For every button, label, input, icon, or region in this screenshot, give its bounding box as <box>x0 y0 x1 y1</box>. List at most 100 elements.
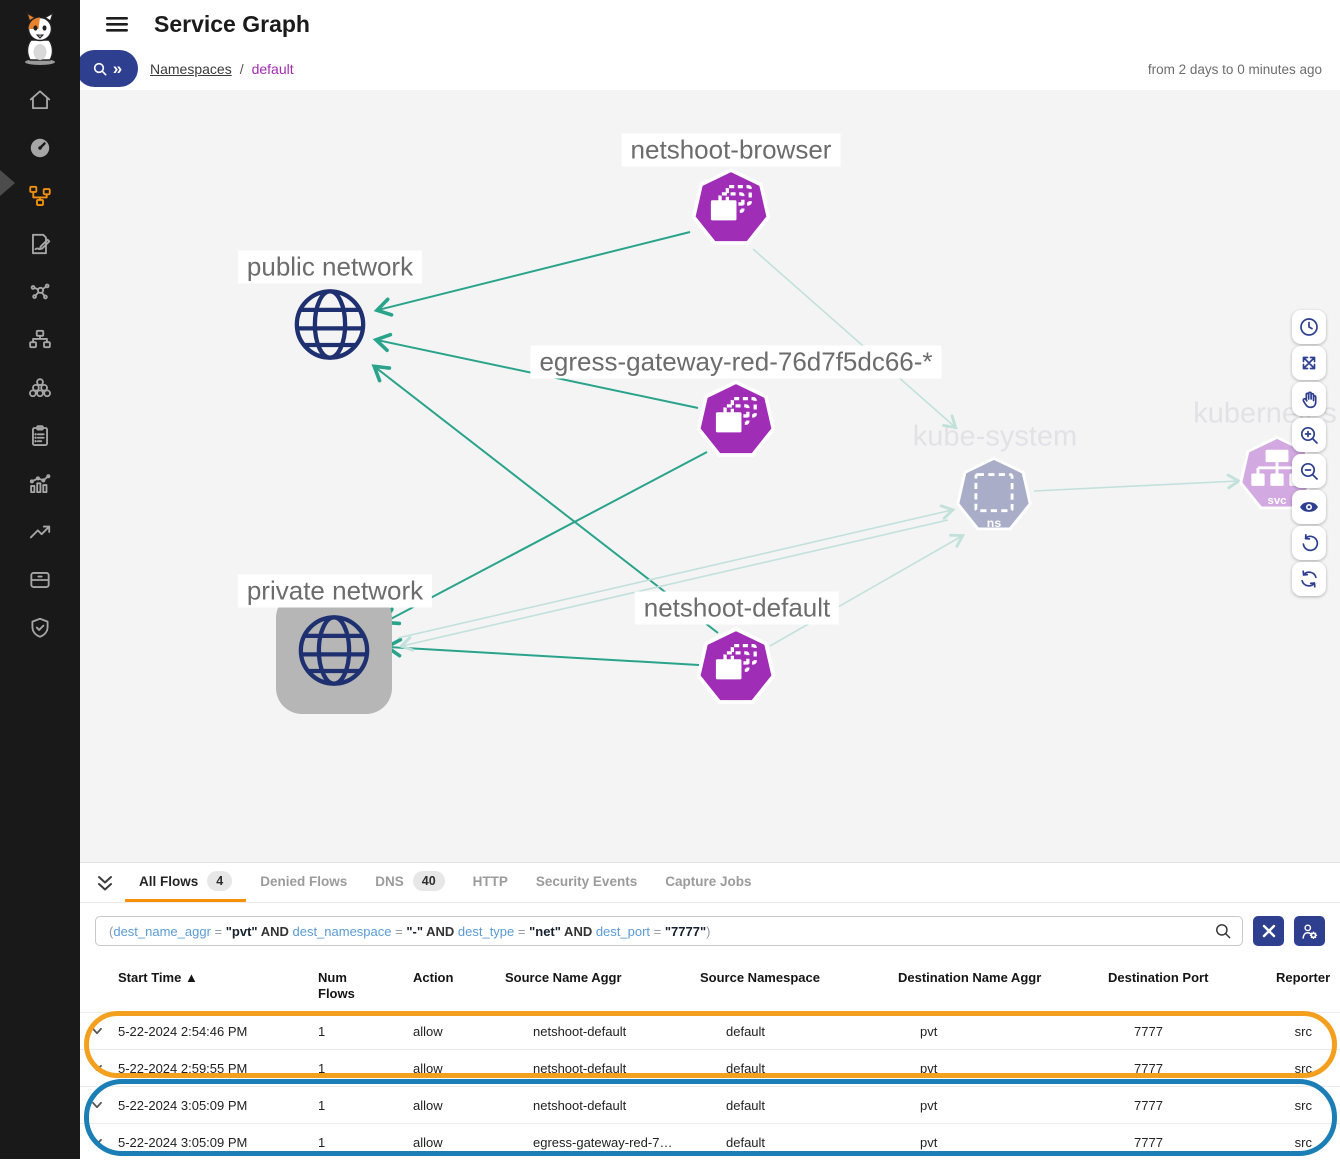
globe-icon <box>295 612 373 690</box>
collapse-panel-icon[interactable] <box>95 873 115 893</box>
column-header-num-flows[interactable]: Num Flows <box>318 970 413 1012</box>
graph-node-label-public-network: public network <box>238 251 422 284</box>
tab-http[interactable]: HTTP <box>459 863 522 902</box>
cell-reporter: src <box>1295 1061 1340 1076</box>
svg-text:ns: ns <box>987 516 1002 530</box>
cell-num_flows: 1 <box>318 1024 413 1039</box>
sidebar-item-threat-defense[interactable] <box>0 604 80 652</box>
tab-dns[interactable]: DNS40 <box>361 863 458 902</box>
compliance-icon <box>27 423 53 449</box>
graph-toolbar-expand-button[interactable] <box>1292 346 1326 380</box>
active-nav-marker <box>0 170 15 196</box>
sidebar-item-home[interactable] <box>0 76 80 124</box>
graph-node-private-network[interactable] <box>295 612 373 695</box>
flow-table-row[interactable]: 5-22-2024 2:54:46 PM1allownetshoot-defau… <box>80 1012 1340 1049</box>
column-header-reporter[interactable]: Reporter <box>1276 970 1340 1012</box>
graph-node-kube-system[interactable]: ns <box>954 456 1034 541</box>
sidebar-item-network-topology[interactable] <box>0 316 80 364</box>
cell-source_name_aggr: netshoot-default <box>505 1024 700 1039</box>
breadcrumb-namespaces-link[interactable]: Namespaces <box>150 61 232 77</box>
tab-label: All Flows <box>139 874 198 889</box>
cell-start_time: 5-22-2024 3:05:09 PM <box>118 1135 318 1150</box>
cell-dest_name_aggr: pvt <box>898 1098 1108 1113</box>
refresh-icon <box>1298 568 1320 590</box>
replicaset-icon <box>694 626 778 710</box>
close-icon <box>1262 924 1276 938</box>
cell-start_time: 5-22-2024 2:54:46 PM <box>118 1024 318 1039</box>
row-expand-chevron-icon[interactable] <box>88 1059 118 1077</box>
cell-start_time: 5-22-2024 2:59:55 PM <box>118 1061 318 1076</box>
search-expand-pill[interactable]: » <box>76 50 138 87</box>
hamburger-menu-icon[interactable] <box>105 14 129 34</box>
graph-toolbar-clock-button[interactable] <box>1292 310 1326 344</box>
cell-dest_port: 7777 <box>1108 1061 1276 1076</box>
breadcrumb: Namespaces / default <box>150 61 294 77</box>
endpoints-icon <box>27 279 53 305</box>
filter-query-input[interactable]: (dest_name_aggr = "pvt" AND dest_namespa… <box>95 916 1243 946</box>
replicaset-icon <box>689 167 773 251</box>
tab-capture-jobs[interactable]: Capture Jobs <box>651 863 765 902</box>
graph-node-netshoot-browser[interactable] <box>689 167 773 256</box>
page-title: Service Graph <box>154 11 310 38</box>
column-header-destination-name-aggr[interactable]: Destination Name Aggr <box>898 970 1108 1012</box>
undo-icon <box>1298 532 1320 554</box>
row-expand-chevron-icon[interactable] <box>88 1096 118 1114</box>
cell-dest_port: 7777 <box>1108 1135 1276 1150</box>
graph-node-netshoot-default[interactable] <box>694 626 778 715</box>
flows-panel: All Flows4 Denied Flows DNS40HTTPSecurity … <box>80 862 1340 1159</box>
cell-source_namespace: default <box>700 1135 898 1150</box>
flow-table-row[interactable]: 5-22-2024 3:05:09 PM1allowegress-gateway… <box>80 1123 1340 1160</box>
filter-search-icon[interactable] <box>1214 922 1232 940</box>
globe-icon <box>291 286 369 364</box>
graph-subbar: » Namespaces / default from 2 days to 0 … <box>80 48 1340 90</box>
column-header-start-time[interactable]: Start Time ▲ <box>118 970 318 1012</box>
sidebar-item-endpoints[interactable] <box>0 268 80 316</box>
clear-filter-button[interactable] <box>1253 916 1284 946</box>
sidebar-item-compliance[interactable] <box>0 412 80 460</box>
graph-node-public-network[interactable] <box>291 286 369 369</box>
tab-all-flows[interactable]: All Flows4 <box>125 863 246 902</box>
cell-dest_name_aggr: pvt <box>898 1024 1108 1039</box>
zoom-out-icon <box>1298 460 1320 482</box>
sidebar-item-trends[interactable] <box>0 508 80 556</box>
sidebar-item-policies[interactable] <box>0 220 80 268</box>
graph-toolbar-zoom-in-button[interactable] <box>1292 418 1326 452</box>
storage-icon <box>27 567 53 593</box>
cell-num_flows: 1 <box>318 1098 413 1113</box>
tab-denied-flows[interactable]: Denied Flows <box>246 863 361 902</box>
column-header-destination-port[interactable]: Destination Port <box>1108 970 1276 1012</box>
column-header-action[interactable]: Action <box>413 970 505 1012</box>
graph-toolbar-refresh-button[interactable] <box>1292 562 1326 596</box>
graph-toolbar <box>1292 310 1326 596</box>
tab-label: DNS <box>375 874 404 889</box>
sidebar-item-storage[interactable] <box>0 556 80 604</box>
row-expand-chevron-icon[interactable] <box>88 1022 118 1040</box>
graph-node-label-netshoot-browser: netshoot-browser <box>622 134 841 167</box>
flows-tab-bar: All Flows4 Denied Flows DNS40HTTPSecurity … <box>80 863 1340 903</box>
threat-defense-icon <box>27 615 53 641</box>
clock-icon <box>1298 316 1320 338</box>
column-header-source-namespace[interactable]: Source Namespace <box>700 970 898 1012</box>
graph-toolbar-pan-hand-button[interactable] <box>1292 382 1326 416</box>
row-expand-chevron-icon[interactable] <box>88 1133 118 1151</box>
breadcrumb-current: default <box>252 61 294 77</box>
graph-toolbar-undo-button[interactable] <box>1292 526 1326 560</box>
flow-table-row[interactable]: 5-22-2024 2:59:55 PM1allownetshoot-defau… <box>80 1049 1340 1086</box>
user-settings-button[interactable] <box>1294 916 1325 946</box>
visibility-icon <box>1298 496 1320 518</box>
main-area: Service Graph » Namespaces / default fro… <box>80 0 1340 1159</box>
sidebar-item-dashboard[interactable] <box>0 124 80 172</box>
service-graph-canvas[interactable]: netshoot-browserpublic networkegress-gat… <box>80 90 1340 862</box>
flow-table-row[interactable]: 5-22-2024 3:05:09 PM1allownetshoot-defau… <box>80 1086 1340 1123</box>
cell-action: allow <box>413 1061 505 1076</box>
graph-node-egress-gateway[interactable] <box>694 379 778 468</box>
cell-reporter: src <box>1295 1024 1340 1039</box>
tab-security-events[interactable]: Security Events <box>522 863 651 902</box>
sidebar-item-clusters[interactable] <box>0 364 80 412</box>
tab-label: Denied Flows <box>260 874 347 889</box>
graph-toolbar-zoom-out-button[interactable] <box>1292 454 1326 488</box>
graph-toolbar-visibility-button[interactable] <box>1292 490 1326 524</box>
column-header-source-name-aggr[interactable]: Source Name Aggr <box>505 970 700 1012</box>
sidebar-item-statistics[interactable] <box>0 460 80 508</box>
replicaset-icon <box>694 379 778 463</box>
